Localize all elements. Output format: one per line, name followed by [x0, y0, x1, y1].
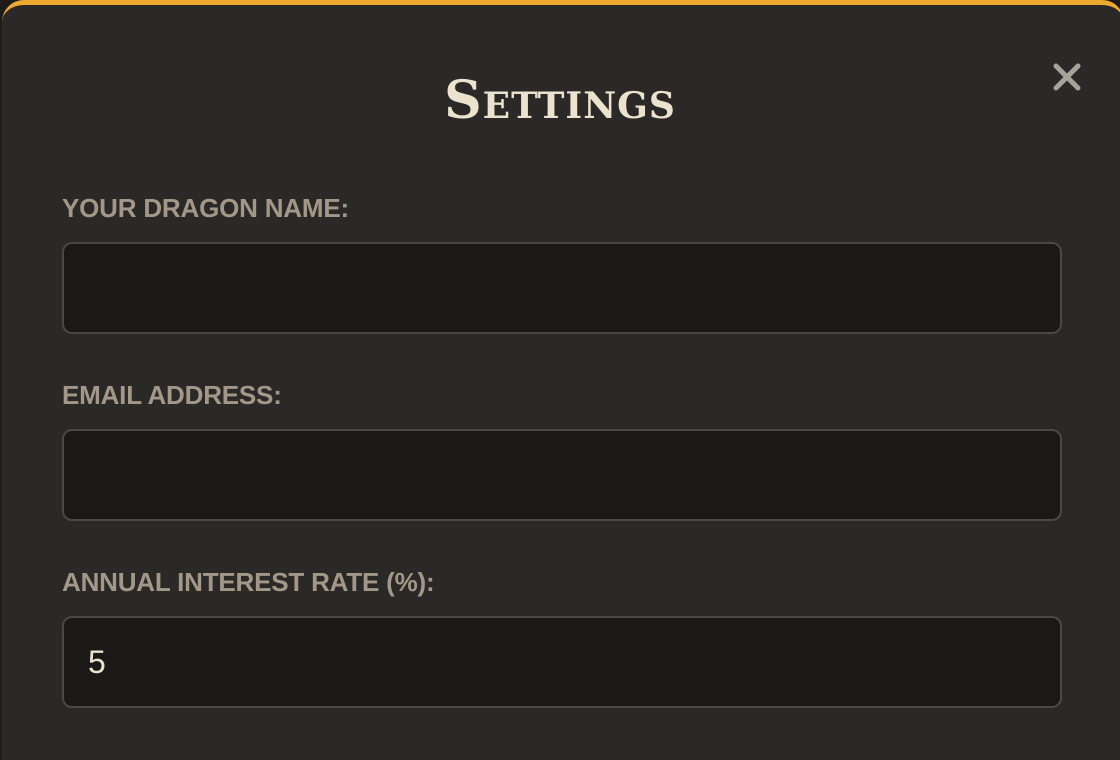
interest-rate-input[interactable]: [62, 616, 1062, 708]
dialog-title: Settings: [444, 70, 676, 131]
dragon-name-label: YOUR DRAGON NAME:: [62, 193, 349, 223]
email-label: EMAIL ADDRESS:: [62, 380, 282, 410]
dragon-name-input[interactable]: [62, 242, 1062, 334]
interest-rate-label: ANNUAL INTEREST RATE (%):: [62, 567, 435, 597]
email-input[interactable]: [62, 429, 1062, 521]
